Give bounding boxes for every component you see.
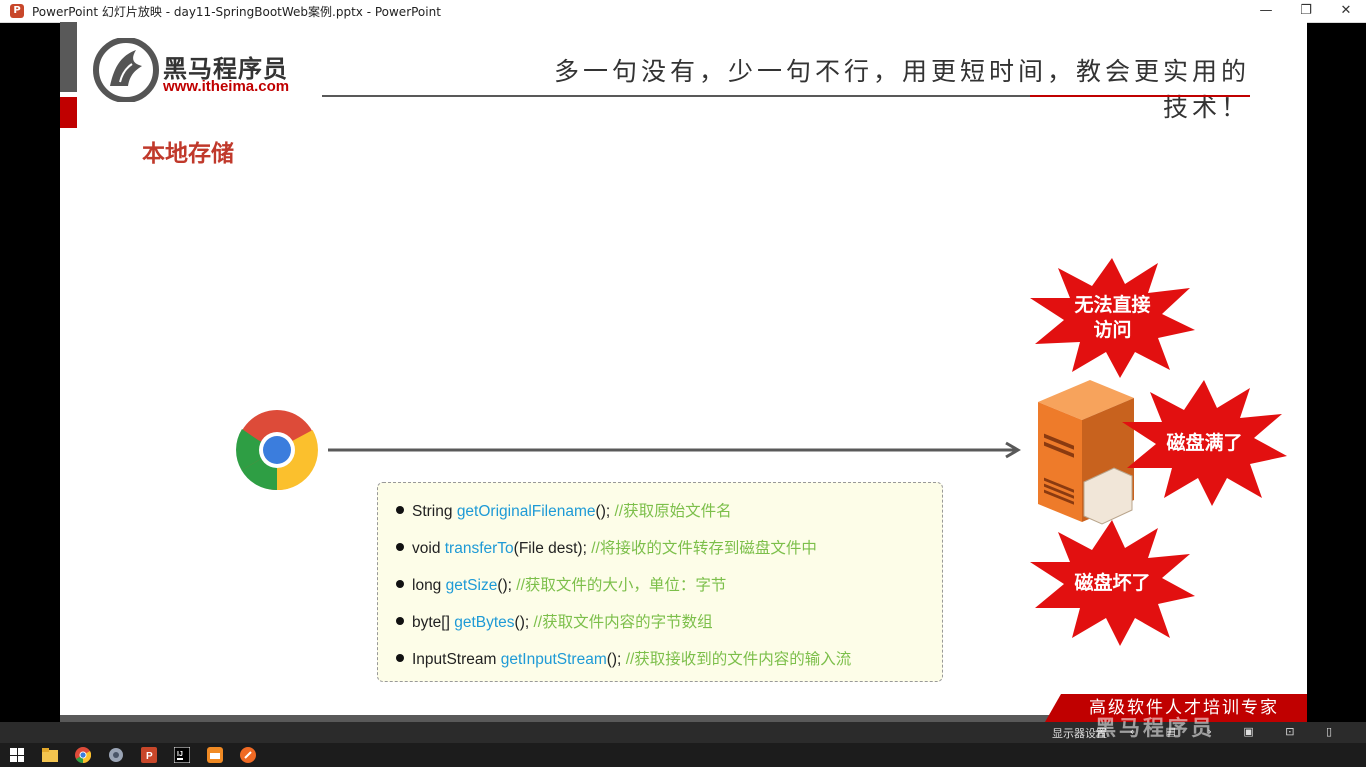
method-list-box: String getOriginalFilename(); //获取原始文件名 … — [377, 482, 943, 682]
bullet-icon — [396, 653, 404, 662]
pen-app-taskbar-icon[interactable] — [235, 745, 261, 765]
motto-text: 多一句没有，少一句不行，用更短时间，教会更实用的技术！ — [553, 57, 1250, 122]
method-item: InputStream getInputStream(); //获取接收到的文件… — [396, 647, 851, 669]
burst-disk-broken: 磁盘坏了 — [1030, 520, 1195, 646]
close-button[interactable]: ✕ — [1326, 0, 1366, 22]
app-taskbar-icon[interactable] — [103, 745, 129, 765]
powerpoint-taskbar-icon[interactable]: P — [136, 745, 162, 765]
burst-disk-full: 磁盘满了 — [1122, 380, 1287, 506]
method-item: long getSize(); //获取文件的大小，单位：字节 — [396, 573, 726, 595]
bullet-icon — [396, 616, 404, 625]
header-divider-accent — [1030, 95, 1250, 97]
intellij-taskbar-icon[interactable]: IJ — [169, 745, 195, 765]
method-item: byte[] getBytes(); //获取文件内容的字节数组 — [396, 610, 713, 632]
method-item: void transferTo(File dest); //将接收的文件转存到磁… — [396, 536, 817, 558]
bullet-icon — [396, 505, 404, 514]
windows-taskbar: P IJ — [0, 743, 1366, 767]
chrome-browser-icon — [236, 410, 318, 491]
window-title-bar: P PowerPoint 幻灯片放映 - day11-SpringBootWeb… — [0, 0, 1366, 23]
minimize-button[interactable]: — — [1246, 0, 1286, 22]
orange-app-taskbar-icon[interactable] — [202, 745, 228, 765]
start-button-icon[interactable] — [4, 745, 30, 765]
restore-button[interactable]: ❐ — [1286, 0, 1326, 22]
window-title: PowerPoint 幻灯片放映 - day11-SpringBootWeb案例… — [32, 4, 441, 19]
chrome-taskbar-icon[interactable] — [70, 745, 96, 765]
decor-bar-gray — [60, 22, 77, 92]
powerpoint-app-icon: P — [10, 4, 24, 18]
slide-title: 本地存储 — [142, 141, 234, 167]
svg-text:IJ: IJ — [177, 751, 183, 758]
decor-bar-red — [60, 97, 77, 128]
file-explorer-icon[interactable] — [37, 745, 63, 765]
burst-cannot-access: 无法直接 访问 — [1030, 258, 1195, 378]
logo-url: www.itheima.com — [163, 78, 290, 95]
slide-canvas: 黑马程序员 www.itheima.com 多一句没有，少一句不行，用更短时间，… — [60, 22, 1307, 722]
method-item: String getOriginalFilename(); //获取原始文件名 — [396, 499, 732, 521]
bullet-icon — [396, 542, 404, 551]
svg-text:P: P — [146, 751, 153, 762]
bullet-icon — [396, 579, 404, 588]
video-watermark: 黑马程序员 — [1095, 716, 1215, 740]
upload-arrow — [328, 441, 1021, 459]
